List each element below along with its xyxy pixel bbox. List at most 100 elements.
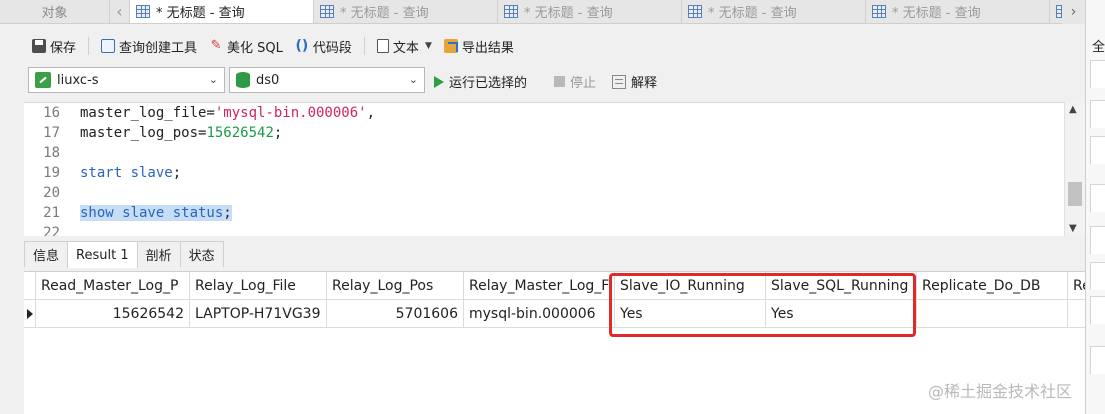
tab-bar: 对象 ‹ * 无标题 - 查询 * 无标题 - 查询 * 无标题 - 查询 * …: [0, 0, 1085, 24]
tab-query-3[interactable]: * 无标题 - 查询: [498, 0, 682, 23]
table-grid-icon: [688, 5, 702, 18]
code-line[interactable]: 22: [24, 223, 80, 236]
code-line[interactable]: 20: [24, 183, 80, 203]
tab-query-1[interactable]: * 无标题 - 查询: [130, 0, 314, 23]
table-cell[interactable]: mysql-bin.000006: [464, 300, 615, 328]
column-header[interactable]: Relay_Log_Pos: [327, 272, 464, 300]
column-header[interactable]: Relay_Master_Log_F: [464, 272, 615, 300]
column-header[interactable]: Relay_Log_File: [190, 272, 327, 300]
code-text: master_log_pos=15626542;: [64, 125, 282, 141]
result-tab[interactable]: 剖析: [136, 241, 181, 267]
result-tab[interactable]: 状态: [179, 241, 224, 267]
tab-scroll-left-icon[interactable]: ‹: [110, 0, 130, 23]
table-grid-icon: [504, 5, 518, 18]
table-cell[interactable]: Yes: [615, 300, 766, 328]
scroll-up-icon[interactable]: ▲: [1069, 104, 1077, 115]
line-number: 18: [43, 145, 60, 161]
connection-icon: [35, 72, 51, 88]
parentheses-icon: (): [295, 38, 309, 54]
code-line[interactable]: 21 show slave status;: [24, 203, 232, 223]
line-number: 19: [43, 165, 60, 181]
tab-label: * 无标题 - 查询: [340, 6, 429, 21]
table-cell[interactable]: LAPTOP-H71VG39: [190, 300, 327, 328]
grid-header-row: Read_Master_Log_P Relay_Log_File Relay_Log…: [24, 272, 1085, 300]
tab-query-4[interactable]: * 无标题 - 查询: [682, 0, 866, 23]
code-snippet-button[interactable]: () 代码段: [291, 35, 356, 58]
save-label: 保存: [50, 40, 77, 56]
panel-cell: [1090, 184, 1105, 212]
beautify-sql-button[interactable]: ✎ 美化 SQL: [205, 35, 287, 58]
line-number: 22: [43, 225, 60, 236]
export-icon: [443, 39, 458, 53]
save-button[interactable]: 保存: [28, 35, 80, 58]
result-tab[interactable]: Result 1: [67, 241, 138, 268]
editor-scrollbar[interactable]: ▲ ▼: [1064, 102, 1085, 236]
table-cell[interactable]: 15626542: [36, 300, 190, 328]
code-token: master_log_file=: [80, 105, 215, 121]
panel-cell: [1090, 262, 1105, 290]
query-builder-label: 查询创建工具: [119, 40, 198, 56]
code-line[interactable]: 17 master_log_pos=15626542;: [24, 123, 282, 143]
current-row-icon: [26, 308, 33, 319]
stop-label: 停止: [570, 76, 597, 91]
line-number: 16: [43, 105, 60, 121]
connection-select[interactable]: liuxc-s ⌄: [28, 67, 225, 93]
code-line[interactable]: 19 start slave;: [24, 163, 181, 183]
panel-cell: [1090, 60, 1105, 88]
tab-query-2[interactable]: * 无标题 - 查询: [314, 0, 498, 23]
export-results-button[interactable]: 导出结果: [440, 35, 518, 58]
tab-objects[interactable]: 对象: [0, 0, 110, 23]
table-row[interactable]: 15626542 LAPTOP-H71VG39 5701606 mysql-bin.0…: [24, 300, 1085, 328]
code-line[interactable]: 16 master_log_file='mysql-bin.000006',: [24, 103, 375, 123]
row-gutter[interactable]: [24, 300, 36, 328]
column-header[interactable]: Replicate_Do_DB: [917, 272, 1068, 300]
column-header[interactable]: Re: [1068, 272, 1085, 300]
result-grid[interactable]: Read_Master_Log_P Relay_Log_File Relay_Log…: [24, 271, 1085, 414]
line-number: 21: [43, 205, 60, 221]
table-cell[interactable]: 5701606: [327, 300, 464, 328]
table-cell[interactable]: [917, 300, 1068, 328]
column-header[interactable]: Slave_IO_Running: [615, 272, 766, 300]
explain-label: 解释: [631, 76, 658, 91]
table-cell[interactable]: Yes: [766, 300, 917, 328]
run-selected-button[interactable]: 运行已选择的: [434, 72, 527, 91]
table-cell[interactable]: [1068, 300, 1085, 328]
line-number: 20: [43, 185, 60, 201]
tab-label: * 无标题 - 查询: [156, 6, 245, 21]
scrollbar-thumb[interactable]: [1068, 182, 1082, 206]
sql-editor[interactable]: 16 master_log_file='mysql-bin.000006', 17 m…: [24, 102, 1085, 236]
stop-icon: [554, 76, 565, 87]
run-selected-label: 运行已选择的: [449, 76, 528, 91]
save-icon: [32, 39, 46, 53]
database-select[interactable]: ds0 ⌄: [229, 67, 425, 93]
table-grid-icon: [320, 5, 334, 18]
text-label: 文本: [392, 40, 419, 56]
code-text: start slave;: [64, 165, 181, 181]
chevron-down-icon: ⌄: [208, 73, 218, 86]
line-number: 17: [43, 125, 60, 141]
result-tab[interactable]: 信息: [24, 241, 69, 267]
connection-value: liuxc-s: [57, 72, 99, 88]
column-header[interactable]: Slave_SQL_Running: [766, 272, 917, 300]
tab-query-5[interactable]: * 无标题 - 查询: [866, 0, 1050, 23]
query-builder-button[interactable]: 查询创建工具: [97, 35, 201, 58]
explain-button[interactable]: 解释: [612, 72, 657, 91]
column-header[interactable]: Read_Master_Log_P: [36, 272, 190, 300]
export-label: 导出结果: [461, 40, 514, 56]
code-token: 'mysql-bin.000006': [214, 105, 367, 121]
text-mode-dropdown[interactable]: 文本 ▼: [373, 35, 436, 58]
tab-scroll-right-icon[interactable]: ›: [1062, 0, 1085, 24]
panel-cell: [1090, 346, 1105, 374]
stop-button[interactable]: 停止: [554, 72, 596, 91]
code-line[interactable]: 18: [24, 143, 80, 163]
document-icon: [376, 39, 389, 53]
tab-label: * 无标题 - 查询: [708, 6, 797, 21]
code-token: master_log_pos=: [80, 125, 207, 141]
code-token: ;: [273, 125, 283, 141]
panel-cell: [1090, 226, 1105, 254]
query-builder-icon: [101, 39, 116, 53]
code-token: ;: [223, 205, 232, 221]
scroll-down-icon[interactable]: ▼: [1069, 223, 1077, 234]
code-token: ,: [366, 105, 376, 121]
code-token: 15626542: [206, 125, 274, 141]
